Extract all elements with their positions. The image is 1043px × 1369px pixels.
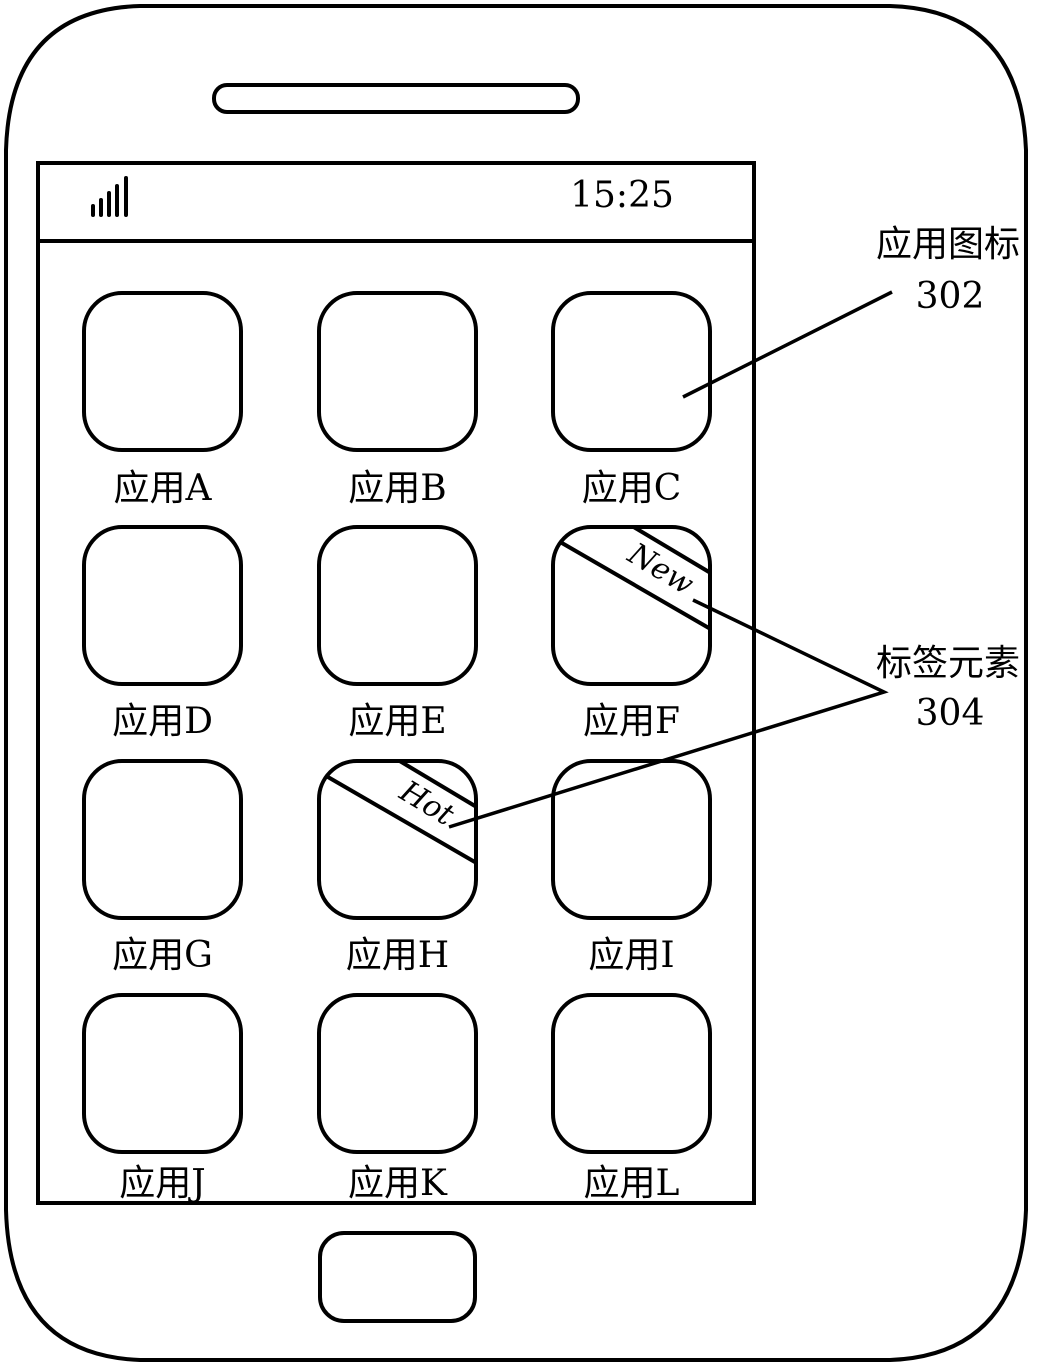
app-label: 应用H: [346, 935, 449, 976]
app-item[interactable]: 应用C: [551, 291, 712, 509]
app-item[interactable]: 应用G: [82, 759, 243, 976]
app-item[interactable]: 应用I: [551, 759, 712, 976]
callout-tag-element-number: 304: [916, 693, 985, 734]
app-icon[interactable]: [317, 993, 478, 1154]
app-label: 应用A: [114, 468, 213, 509]
app-icon[interactable]: [82, 525, 243, 686]
app-item[interactable]: 应用K: [317, 993, 478, 1204]
signal-bars-icon: [91, 176, 128, 217]
tag-label: Hot: [393, 773, 461, 833]
app-label: 应用J: [119, 1163, 205, 1204]
app-label: 应用G: [112, 935, 213, 976]
callout-tag-element-title: 标签元素: [876, 643, 1020, 684]
app-label: 应用C: [582, 468, 682, 509]
app-label: 应用K: [348, 1163, 448, 1204]
app-label: 应用L: [584, 1163, 680, 1204]
app-label: 应用F: [583, 701, 680, 742]
app-icon[interactable]: [82, 291, 243, 452]
app-item[interactable]: 应用B: [317, 291, 478, 509]
app-item[interactable]: Hot 应用H: [317, 757, 480, 976]
phone-diagram: 15:25 应用A 应用B 应用C应用D 应用ENew应用F应用GHot应用H 应用I应…: [3, 3, 1028, 1362]
app-icon[interactable]: [317, 291, 478, 452]
app-item[interactable]: 应用A: [82, 291, 243, 509]
app-label: 应用I: [588, 935, 674, 976]
app-item[interactable]: New 应用F: [551, 523, 714, 742]
app-icon[interactable]: [82, 759, 243, 920]
callout-app-icon-title: 应用图标: [876, 224, 1020, 265]
app-grid: 应用A 应用B 应用C 应用D 应用E New 应用F 应用G Hot 应用H 应用I 应用J 应用K 应…: [82, 291, 714, 1204]
app-item[interactable]: 应用D: [82, 525, 243, 742]
app-icon[interactable]: [551, 291, 712, 452]
app-icon[interactable]: [82, 993, 243, 1154]
app-item[interactable]: 应用J: [82, 993, 243, 1204]
app-icon[interactable]: [317, 525, 478, 686]
status-time: 15:25: [570, 175, 674, 216]
home-button[interactable]: [318, 1231, 477, 1323]
tag-label: New: [621, 536, 700, 603]
app-icon[interactable]: [551, 993, 712, 1154]
callout-line-app-icon: [682, 290, 893, 399]
app-item[interactable]: 应用E: [317, 525, 478, 742]
tag-ribbon: [319, 761, 476, 867]
app-label: 应用E: [348, 701, 446, 742]
callout-app-icon-number: 302: [916, 276, 985, 317]
app-item[interactable]: 应用L: [551, 993, 712, 1204]
app-icon[interactable]: [551, 759, 712, 920]
app-label: 应用B: [348, 468, 446, 509]
speaker-slot: [212, 83, 580, 114]
app-label: 应用D: [112, 701, 213, 742]
